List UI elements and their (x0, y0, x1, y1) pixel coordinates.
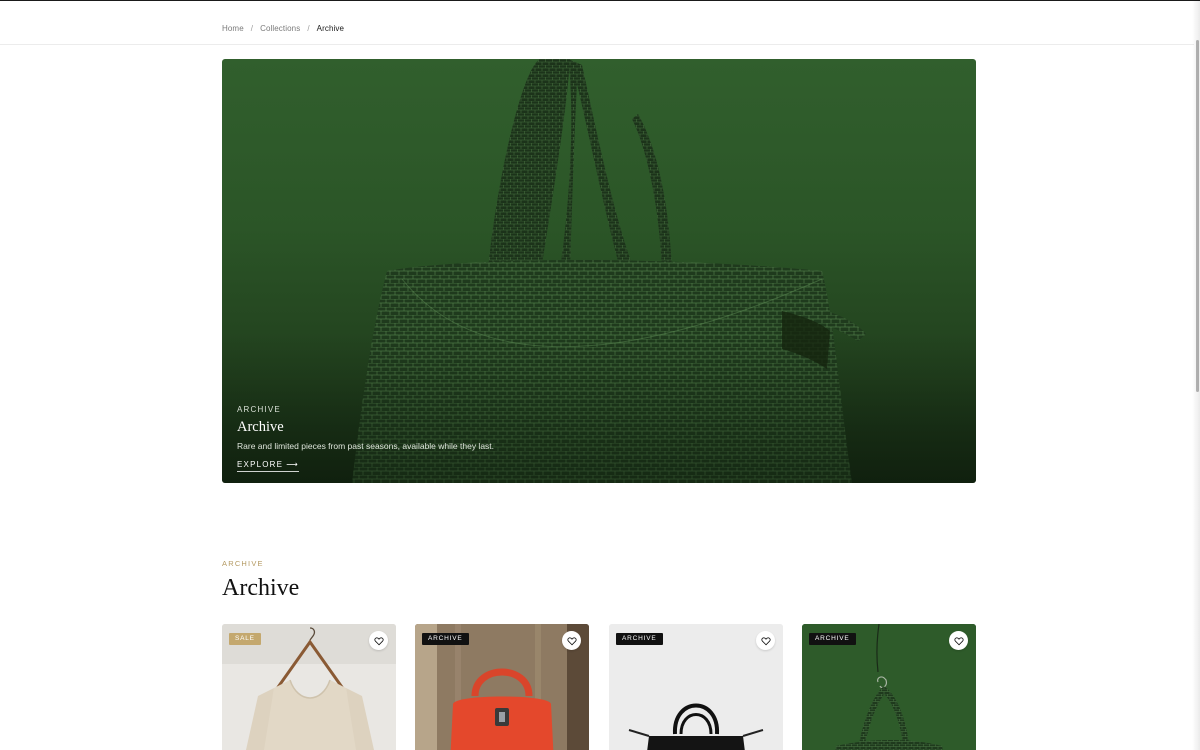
archive-badge: ARCHIVE (616, 633, 663, 645)
heart-icon (566, 636, 577, 645)
explore-link-label: EXPLORE (237, 460, 284, 469)
favorite-button[interactable] (562, 631, 581, 650)
heart-icon (373, 636, 384, 645)
hero-banner[interactable]: ARCHIVE Archive Rare and limited pieces … (222, 59, 976, 483)
hero-content: ARCHIVE Archive Rare and limited pieces … (237, 405, 494, 472)
product-card[interactable]: ARCHIVE (609, 624, 783, 750)
heart-icon (760, 636, 771, 645)
product-card[interactable]: ARCHIVE (802, 624, 976, 750)
archive-badge: ARCHIVE (809, 633, 856, 645)
archive-badge: ARCHIVE (422, 633, 469, 645)
product-card[interactable]: SALE (222, 624, 396, 750)
hero-kicker: ARCHIVE (237, 405, 281, 414)
breadcrumb-home-link[interactable]: Home (222, 24, 244, 33)
favorite-button[interactable] (369, 631, 388, 650)
breadcrumb-separator: / (307, 24, 310, 33)
section-title: Archive (222, 575, 300, 601)
breadcrumb-current: Archive (316, 24, 345, 33)
scrollbar-thumb[interactable] (1196, 40, 1199, 392)
breadcrumb-separator: / (250, 24, 254, 33)
breadcrumb-collections-link[interactable]: Collections (260, 24, 300, 33)
arrow-right-icon: ⟶ (286, 460, 299, 469)
favorite-button[interactable] (756, 631, 775, 650)
breadcrumb: Home / Collections / Archive (222, 24, 344, 33)
explore-link[interactable]: EXPLORE ⟶ (237, 460, 299, 472)
product-grid: SALE ARCHIVE ARCHIVE ARCHIVE (222, 624, 976, 750)
product-card[interactable]: ARCHIVE (415, 624, 589, 750)
breadcrumb-bar: Home / Collections / Archive (0, 1, 1194, 45)
favorite-button[interactable] (949, 631, 968, 650)
hero-title: Archive (237, 419, 284, 435)
sale-badge: SALE (229, 633, 261, 645)
hero-description: Rare and limited pieces from past season… (237, 441, 495, 451)
section-kicker: ARCHIVE (222, 559, 264, 568)
heart-icon (953, 636, 964, 645)
